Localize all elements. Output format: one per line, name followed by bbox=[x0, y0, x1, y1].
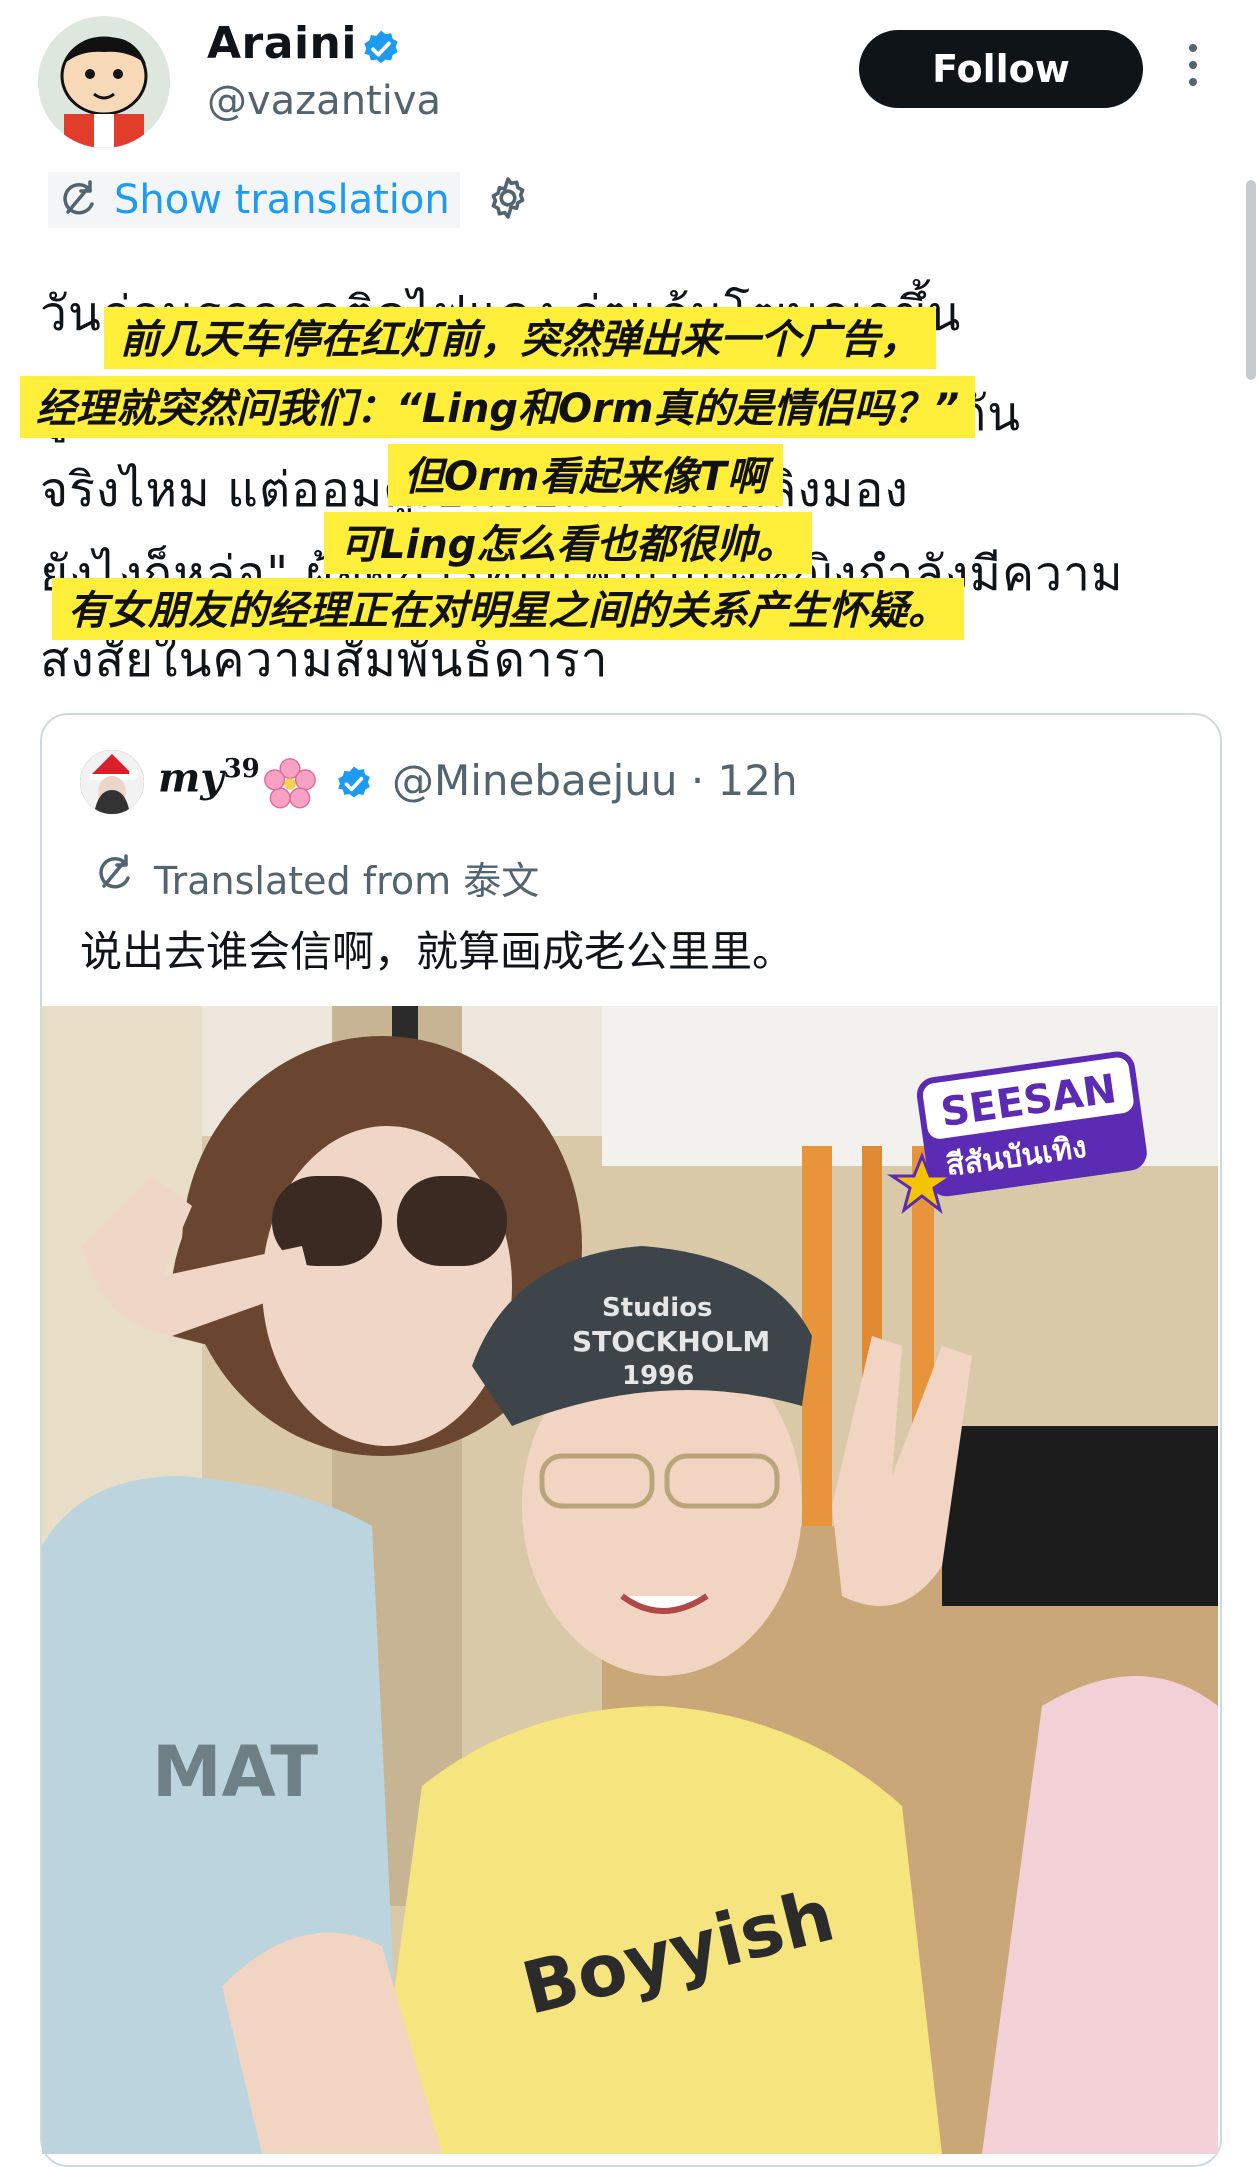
translate-icon bbox=[63, 180, 94, 215]
scrollbar[interactable] bbox=[1246, 180, 1256, 380]
gear-icon[interactable] bbox=[484, 174, 532, 222]
translate-icon bbox=[99, 854, 130, 889]
more-options-icon[interactable] bbox=[1180, 44, 1206, 94]
quoted-tweet-photo[interactable]: SEESAN สีสันบันเทิง MAT Boyyish Studios … bbox=[42, 1006, 1218, 2154]
svg-text:STOCKHOLM: STOCKHOLM bbox=[572, 1325, 770, 1358]
follow-button[interactable]: Follow bbox=[859, 30, 1143, 108]
show-translation-button[interactable]: Show translation bbox=[48, 172, 460, 228]
quoted-handle-time[interactable]: @Minebaejuu · 12h bbox=[392, 756, 798, 805]
caption-line: 前几天车停在红灯前，突然弹出来一个广告， bbox=[104, 307, 936, 369]
show-translation-label: Show translation bbox=[114, 177, 450, 223]
svg-text:1996: 1996 bbox=[622, 1361, 694, 1391]
svg-text:Studios: Studios bbox=[602, 1293, 713, 1323]
cherry-blossom-icon bbox=[264, 758, 316, 809]
avatar[interactable] bbox=[38, 16, 170, 148]
caption-line: 经理就突然问我们：“Ling和Orm真的是情侣吗？” bbox=[20, 376, 976, 438]
display-name[interactable]: Araini bbox=[207, 18, 357, 69]
quoted-display-name[interactable]: my39 bbox=[158, 754, 260, 801]
caption-line: 可Ling怎么看也都很帅。 bbox=[324, 512, 813, 574]
svg-text:MAT: MAT bbox=[152, 1731, 318, 1813]
user-handle[interactable]: @vazantiva bbox=[207, 78, 441, 124]
quoted-tweet-text: 说出去谁会信啊，就算画成老公里里。 bbox=[80, 927, 795, 976]
caption-line: 但Orm看起来像T啊 bbox=[388, 444, 783, 506]
translated-from-label: Translated from 泰文 bbox=[154, 859, 540, 903]
verified-badge-icon bbox=[364, 30, 398, 64]
verified-badge-icon bbox=[338, 766, 370, 798]
caption-line: 有女朋友的经理正在对明星之间的关系产生怀疑。 bbox=[52, 578, 964, 640]
quoted-avatar[interactable] bbox=[80, 750, 144, 814]
